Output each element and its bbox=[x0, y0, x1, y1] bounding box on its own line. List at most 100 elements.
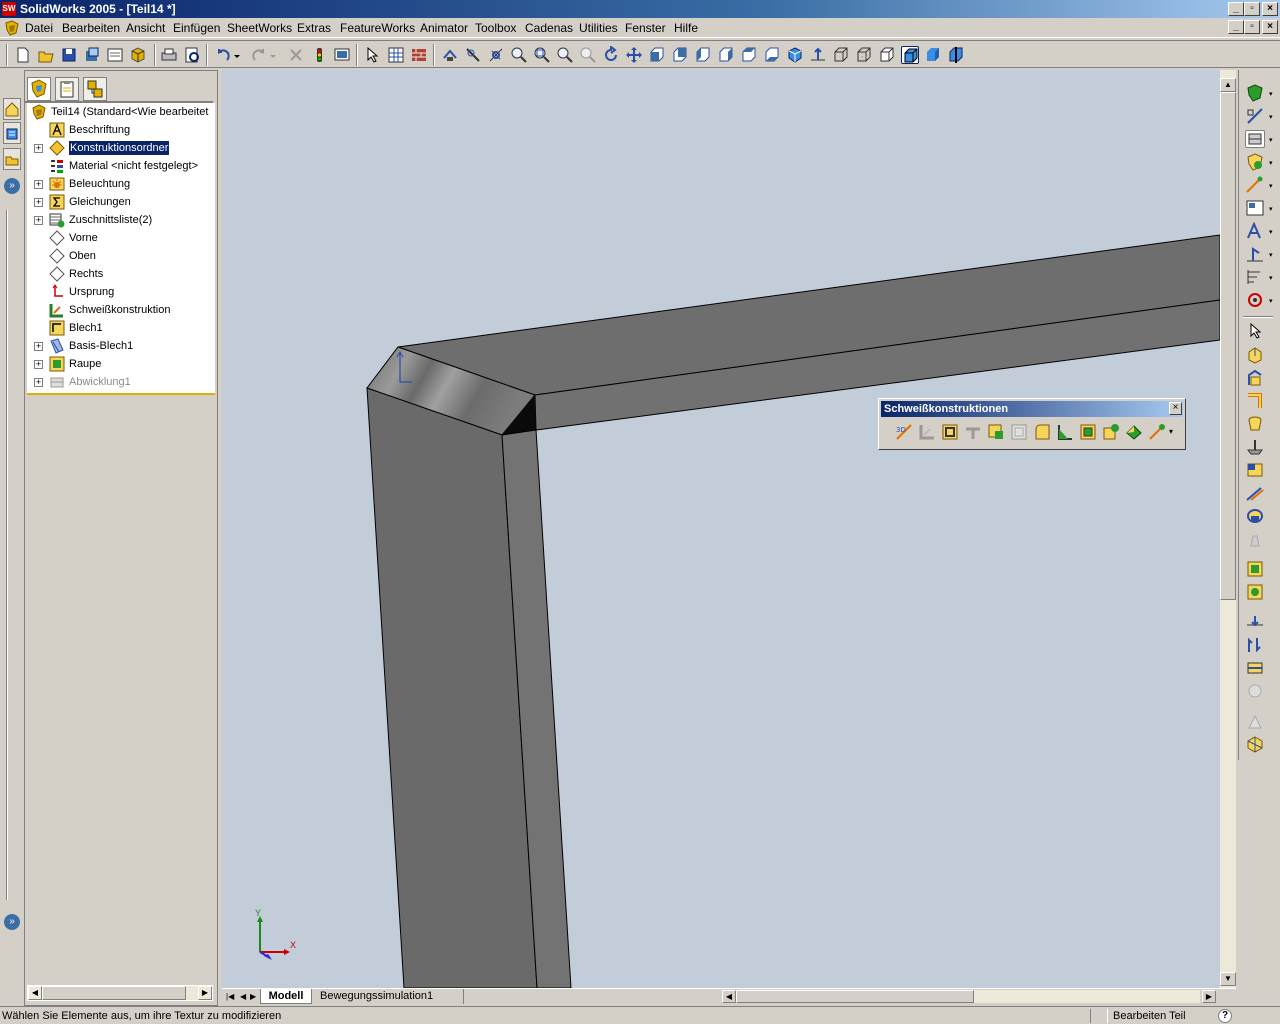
top-view-icon[interactable] bbox=[740, 46, 758, 64]
task-pane-home-icon[interactable] bbox=[3, 98, 21, 120]
expand-task-pane-icon[interactable]: » bbox=[4, 178, 20, 194]
scroll-up-button[interactable]: ▲ bbox=[1220, 78, 1236, 92]
doc-restore-button[interactable]: ▫ bbox=[1244, 20, 1260, 34]
structural-member-icon[interactable] bbox=[941, 423, 959, 441]
expand-task-pane-bottom-icon[interactable]: » bbox=[4, 914, 20, 930]
rotate-view-icon[interactable] bbox=[602, 45, 620, 64]
tab-first-icon[interactable]: |◀ bbox=[226, 990, 236, 1003]
property-manager-tab-icon[interactable] bbox=[55, 77, 79, 101]
tree-item[interactable]: Blech1 bbox=[27, 319, 215, 337]
sub-weldment-icon[interactable] bbox=[1102, 423, 1120, 441]
section-view-icon[interactable] bbox=[947, 46, 965, 64]
hidden-lines-removed-icon[interactable] bbox=[878, 46, 896, 64]
dropdown-arrow-icon[interactable]: ▾ bbox=[1269, 90, 1273, 98]
scroll-left-button[interactable]: ◀ bbox=[28, 986, 42, 1000]
back-view-icon[interactable] bbox=[671, 46, 689, 64]
end-cap-icon[interactable] bbox=[987, 423, 1005, 441]
menu-extras[interactable]: Extras bbox=[297, 21, 331, 35]
make-assembly-icon[interactable] bbox=[106, 46, 124, 64]
redo-dropdown-icon[interactable] bbox=[268, 46, 278, 64]
hidden-lines-visible-icon[interactable] bbox=[855, 46, 873, 64]
weldment-options-icon[interactable] bbox=[1148, 423, 1166, 441]
tree-item[interactable]: + Raupe bbox=[27, 355, 215, 373]
weld-bead-icon[interactable] bbox=[1079, 423, 1097, 441]
redo-icon[interactable] bbox=[250, 46, 268, 64]
menu-ansicht[interactable]: Ansicht bbox=[126, 21, 165, 35]
vscroll-thumb[interactable] bbox=[1220, 92, 1236, 600]
featuremanager-hscrollbar[interactable]: ◀ ▶ bbox=[27, 985, 213, 1001]
zoom-to-selection-icon[interactable] bbox=[533, 46, 551, 64]
graphics-area[interactable]: Y X bbox=[222, 70, 1220, 988]
intersect-icon[interactable] bbox=[1245, 735, 1265, 753]
save-icon[interactable] bbox=[60, 46, 78, 64]
extruded-boss-icon[interactable] bbox=[1245, 346, 1265, 364]
revolved-cut-icon[interactable] bbox=[1245, 461, 1265, 479]
lofted-cut-icon[interactable] bbox=[1245, 507, 1265, 525]
menu-bearbeiten[interactable]: Bearbeiten bbox=[62, 21, 120, 35]
select-arrow-icon[interactable] bbox=[1245, 322, 1265, 340]
dropdown-arrow-icon[interactable]: ▾ bbox=[1269, 205, 1273, 213]
task-pane-library-icon[interactable] bbox=[3, 122, 21, 144]
assembly-toolbar-icon[interactable] bbox=[1245, 153, 1265, 171]
scroll-right-button[interactable]: ▶ bbox=[198, 986, 212, 1000]
gusset-disabled-icon[interactable] bbox=[1010, 423, 1028, 441]
make-drawing-icon[interactable] bbox=[83, 46, 101, 64]
expand-toggle[interactable]: + bbox=[34, 378, 43, 387]
print-preview-icon[interactable] bbox=[183, 46, 201, 64]
dropdown-arrow-icon[interactable]: ▾ bbox=[1269, 228, 1273, 236]
doc-minimize-button[interactable]: _ bbox=[1228, 20, 1244, 34]
menu-sheetworks[interactable]: SheetWorks bbox=[227, 21, 292, 35]
sketch-tools-toolbar-icon[interactable] bbox=[1245, 176, 1265, 194]
menu-cadenas[interactable]: Cadenas bbox=[525, 21, 573, 35]
minimize-button[interactable]: _ bbox=[1228, 2, 1244, 16]
view-toolbar-icon[interactable] bbox=[1245, 291, 1265, 309]
close-button[interactable]: × bbox=[1262, 2, 1278, 16]
menu-animator[interactable]: Animator bbox=[420, 21, 468, 35]
expand-toggle[interactable]: + bbox=[34, 342, 43, 351]
tree-item[interactable]: Oben bbox=[27, 247, 215, 265]
rebuild-icon[interactable] bbox=[310, 46, 328, 64]
maximize-button[interactable]: ▫ bbox=[1244, 2, 1260, 16]
menu-datei[interactable]: Datei bbox=[25, 21, 53, 35]
front-view-icon[interactable] bbox=[648, 46, 666, 64]
dome-disabled-icon[interactable] bbox=[1245, 682, 1265, 700]
tree-item[interactable]: Vorne bbox=[27, 229, 215, 247]
expand-toggle[interactable]: + bbox=[34, 198, 43, 207]
document-menu-icon[interactable] bbox=[4, 20, 20, 36]
dropdown-arrow-icon[interactable]: ▾ bbox=[1269, 113, 1273, 121]
extruded-cut-icon[interactable] bbox=[1245, 438, 1265, 456]
tab-prev-icon[interactable]: ◀ bbox=[240, 990, 250, 1003]
dropdown-arrow-icon[interactable]: ▾ bbox=[1269, 274, 1273, 282]
zoom-in-out-icon[interactable] bbox=[510, 46, 528, 64]
tree-item[interactable]: Schweißkonstruktion bbox=[27, 301, 215, 319]
print-icon[interactable] bbox=[160, 46, 178, 64]
expand-toggle[interactable]: + bbox=[34, 216, 43, 225]
hscroll-thumb[interactable] bbox=[736, 990, 974, 1003]
new-file-icon[interactable] bbox=[14, 46, 32, 64]
right-view-icon[interactable] bbox=[717, 46, 735, 64]
menu-hilfe[interactable]: Hilfe bbox=[674, 21, 698, 35]
tab-modell[interactable]: Modell bbox=[260, 989, 312, 1004]
view-orientation-icon[interactable] bbox=[441, 46, 459, 64]
dropdown-arrow-icon[interactable]: ▾ bbox=[1269, 297, 1273, 305]
tree-item[interactable]: + Basis-Blech1 bbox=[27, 337, 215, 355]
zoom-icon[interactable] bbox=[556, 46, 574, 64]
hscroll-left-button[interactable]: ◀ bbox=[722, 990, 736, 1003]
weldments-toolbar-titlebar[interactable]: Schweißkonstruktionen bbox=[881, 401, 1183, 417]
open-file-icon[interactable] bbox=[37, 46, 55, 64]
dimensions-toolbar-icon[interactable] bbox=[1245, 268, 1265, 286]
tab-next-icon[interactable]: ▶ bbox=[250, 990, 260, 1003]
weldments-toolbar-close-icon[interactable]: × bbox=[1169, 402, 1182, 415]
task-pane-explorer-icon[interactable] bbox=[3, 148, 21, 170]
menu-utilities[interactable]: Utilities bbox=[579, 21, 618, 35]
tree-root[interactable]: Teil14 (Standard<Wie bearbeitet bbox=[27, 103, 215, 121]
tree-item[interactable]: Beschriftung bbox=[27, 121, 215, 139]
tree-item[interactable]: + Gleichungen bbox=[27, 193, 215, 211]
features-toolbar-icon[interactable] bbox=[1245, 84, 1265, 102]
expand-toggle[interactable]: + bbox=[34, 180, 43, 189]
task-pane-splitter[interactable] bbox=[6, 210, 8, 900]
swept-cut-icon[interactable] bbox=[1245, 484, 1265, 502]
weldment-cutlist-icon[interactable] bbox=[1125, 423, 1143, 441]
dropdown-arrow-icon[interactable]: ▾ bbox=[1269, 182, 1273, 190]
sheetmetal-toolbar-icon[interactable] bbox=[1245, 130, 1265, 148]
